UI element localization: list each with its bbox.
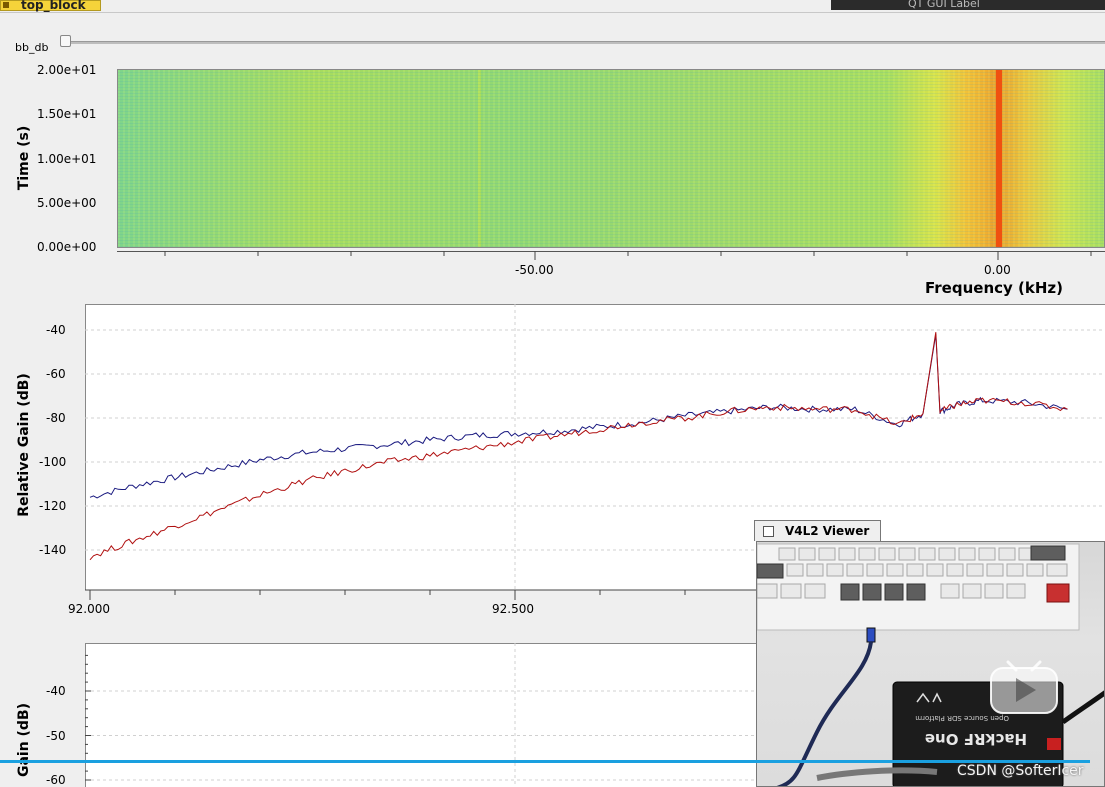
waterfall-x-ticks — [164, 251, 1092, 260]
waterfall-ytick: 1.00e+01 — [37, 152, 97, 166]
waterfall-xtick: -50.00 — [515, 263, 554, 277]
v4l2-viewer-tab[interactable]: V4L2 Viewer — [754, 520, 881, 541]
freq-plot-ytick: -120 — [39, 499, 67, 513]
tab-top-block[interactable]: top_block — [0, 0, 101, 12]
second-plot-ytick: -50 — [46, 729, 66, 743]
watermark: CSDN @SofterIcer — [957, 763, 1084, 779]
tab-marker-icon — [3, 2, 9, 8]
v4l2-viewer: V4L2 Viewer HackRF One Open Source SDR P… — [754, 520, 1105, 787]
waterfall-carrier-line — [996, 70, 1002, 247]
bb-db-label: bb_db — [15, 41, 49, 54]
freq-plot-xtick: 92.500 — [492, 602, 534, 616]
v4l2-title: V4L2 Viewer — [785, 524, 870, 538]
bb-db-slider-handle[interactable] — [60, 35, 71, 47]
freq-plot-ytick: -40 — [46, 323, 66, 337]
waterfall-y-label: Time (s) — [16, 125, 32, 191]
second-plot-y-label: Gain (dB) — [16, 702, 32, 778]
waterfall-xtick: 0.00 — [984, 263, 1011, 277]
waterfall-ytick: 1.50e+01 — [37, 107, 97, 121]
freq-plot-ytick: -60 — [46, 367, 66, 381]
freq-plot-xtick: 92.000 — [68, 602, 110, 616]
second-plot-ytick: -60 — [46, 773, 66, 787]
waterfall-ytick: 2.00e+01 — [37, 63, 97, 77]
freq-plot-ytick: -100 — [39, 455, 67, 469]
tab-label: top_block — [21, 0, 86, 12]
v4l2-checkbox[interactable] — [763, 526, 774, 537]
waterfall-ytick: 5.00e+00 — [37, 196, 97, 210]
device-label: HackRF One — [925, 730, 1027, 748]
waterfall-noise-texture — [118, 70, 1104, 247]
second-plot-ytick: -40 — [46, 684, 66, 698]
top-divider — [0, 12, 1105, 13]
qt-gui-label: QT GUI Label — [831, 0, 1105, 10]
qt-gui-label-text: QT GUI Label — [908, 0, 980, 10]
waterfall-ytick: 0.00e+00 — [37, 240, 97, 254]
freq-plot-y-label: Relative Gain (dB) — [16, 373, 32, 517]
waterfall-x-label: Frequency (kHz) — [925, 279, 1063, 297]
device-sublabel: Open Source SDR Platform — [915, 714, 1009, 722]
freq-plot-ytick: -80 — [46, 411, 66, 425]
bb-db-slider-track[interactable] — [64, 41, 1105, 44]
play-icon[interactable] — [990, 660, 1058, 714]
freq-plot-ytick: -140 — [39, 543, 67, 557]
video-progress-bar[interactable] — [0, 760, 1090, 763]
